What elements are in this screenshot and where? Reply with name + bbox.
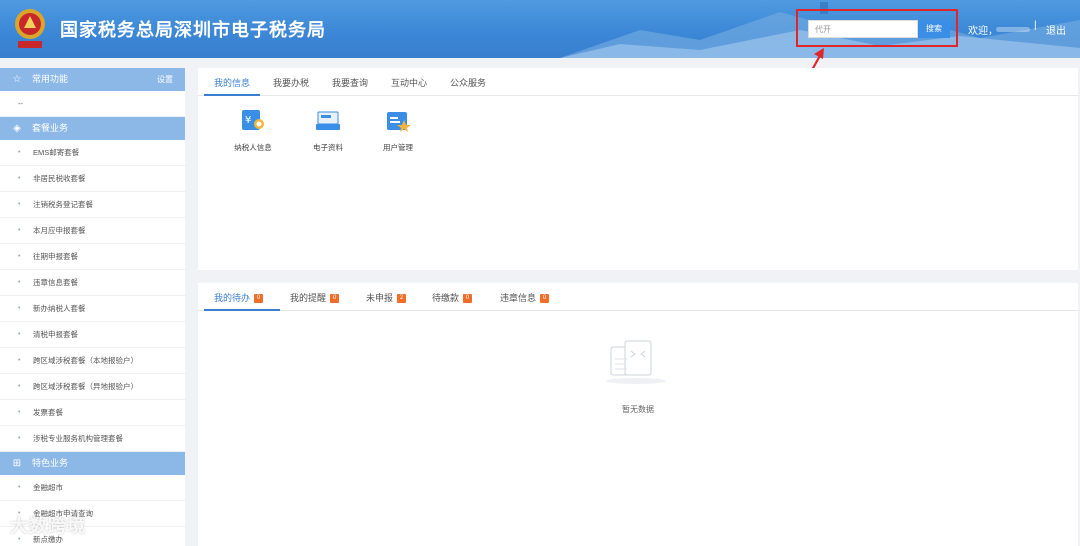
list-item-empty: -- — [0, 91, 185, 117]
sidebar-item[interactable]: 违章信息套餐 — [0, 270, 185, 296]
sidebar-item[interactable]: 本月应申报套餐 — [0, 218, 185, 244]
sidebar-item[interactable]: 非居民税收套餐 — [0, 166, 185, 192]
action-user-management[interactable]: 用户管理 — [368, 108, 428, 153]
task-tabs: 我的待办 0 我的提醒 0 未申报 2 待缴款 0 违章信息 0 — [198, 283, 1078, 311]
sidebar-item[interactable]: EMS邮寄套餐 — [0, 140, 185, 166]
sidebar: ☆ 常用功能 设置 -- ◈ 套餐业务 EMS邮寄套餐 非居民税收套餐 注销税务登记… — [0, 68, 185, 546]
section-title: 特色业务 — [32, 458, 69, 468]
tab-do-tax[interactable]: 我要办税 — [273, 76, 309, 89]
tab-public-service[interactable]: 公众服务 — [450, 76, 486, 89]
action-taxpayer-info[interactable]: ¥ 纳税人信息 — [223, 108, 283, 153]
sidebar-item[interactable]: 跨区域涉税套餐（异地报验户） — [0, 374, 185, 400]
user-management-icon — [385, 108, 411, 132]
sidebar-item[interactable]: 涉税专业服务机构管理套餐 — [0, 426, 185, 452]
logout-link[interactable]: 退出 — [1046, 22, 1066, 37]
action-e-document[interactable]: 电子资料 — [298, 108, 358, 153]
empty-data-icon — [606, 340, 666, 384]
empty-state-text: 暂无数据 — [622, 405, 654, 414]
info-tabs: 我的信息 我要办税 我要查询 互动中心 公众服务 — [198, 68, 1078, 96]
watermark-logo: 大数跨境 — [10, 516, 86, 536]
tab-violations[interactable]: 违章信息 0 — [500, 291, 550, 304]
grid-icon: ⊞ — [12, 458, 22, 469]
count-badge: 0 — [540, 294, 550, 304]
highlight-box — [796, 9, 958, 47]
tab-label: 我的待办 — [214, 293, 251, 303]
welcome-text: 欢迎， — [968, 26, 998, 37]
action-label: 纳税人信息 — [234, 143, 272, 152]
cube-icon: ◈ — [13, 123, 21, 134]
sidebar-section-packages[interactable]: ◈ 套餐业务 — [0, 117, 185, 140]
tab-interaction[interactable]: 互动中心 — [391, 76, 427, 89]
tab-not-declared[interactable]: 未申报 2 — [366, 291, 407, 304]
header-separator: | — [1034, 20, 1037, 31]
tab-label: 我的提醒 — [290, 293, 327, 303]
sidebar-section-common[interactable]: ☆ 常用功能 设置 — [0, 68, 185, 91]
site-title: 国家税务总局深圳市电子税务局 — [60, 20, 326, 40]
tab-label: 未申报 — [366, 293, 394, 303]
count-badge: 0 — [330, 294, 340, 304]
e-document-icon — [315, 108, 341, 132]
tab-query[interactable]: 我要查询 — [332, 76, 368, 89]
sidebar-item[interactable]: 跨区域涉税套餐（本地报验户） — [0, 348, 185, 374]
section-title: 套餐业务 — [32, 123, 69, 133]
sidebar-item[interactable]: 新办纳税人套餐 — [0, 296, 185, 322]
tax-emblem-logo — [15, 9, 45, 48]
active-tab-indicator — [204, 309, 280, 311]
sidebar-section-special[interactable]: ⊞ 特色业务 — [0, 452, 185, 475]
action-label: 用户管理 — [383, 143, 413, 152]
username-redacted — [996, 27, 1030, 32]
tab-my-info[interactable]: 我的信息 — [214, 76, 250, 89]
settings-link[interactable]: 设置 — [157, 68, 173, 91]
count-badge: 2 — [397, 294, 407, 304]
info-panel: 我的信息 我要办税 我要查询 互动中心 公众服务 ¥ 纳税人信息 电子资料 用户… — [198, 68, 1078, 270]
count-badge: 0 — [463, 294, 473, 304]
sidebar-item[interactable]: 金融超市 — [0, 475, 185, 501]
svg-text:¥: ¥ — [245, 115, 251, 126]
action-label: 电子资料 — [313, 143, 343, 152]
active-tab-indicator — [204, 94, 260, 96]
sidebar-item[interactable]: 发票套餐 — [0, 400, 185, 426]
tab-pending-payment[interactable]: 待缴款 0 — [432, 291, 473, 304]
sidebar-item[interactable]: 往期申报套餐 — [0, 244, 185, 270]
task-panel: 我的待办 0 我的提醒 0 未申报 2 待缴款 0 违章信息 0 暂无数据 — [198, 283, 1078, 546]
tab-label: 待缴款 — [432, 293, 460, 303]
top-header: 国家税务总局深圳市电子税务局 代开 搜索 欢迎， | 退出 — [0, 0, 1080, 58]
tab-my-todo[interactable]: 我的待办 0 — [214, 291, 264, 304]
count-badge: 0 — [254, 294, 264, 304]
sidebar-item[interactable]: 清税申报套餐 — [0, 322, 185, 348]
section-title: 常用功能 — [32, 74, 69, 84]
tab-label: 违章信息 — [500, 293, 537, 303]
sidebar-item[interactable]: 注销税务登记套餐 — [0, 192, 185, 218]
star-icon: ☆ — [12, 74, 22, 85]
tab-my-reminders[interactable]: 我的提醒 0 — [290, 291, 340, 304]
taxpayer-info-icon: ¥ — [240, 108, 266, 132]
